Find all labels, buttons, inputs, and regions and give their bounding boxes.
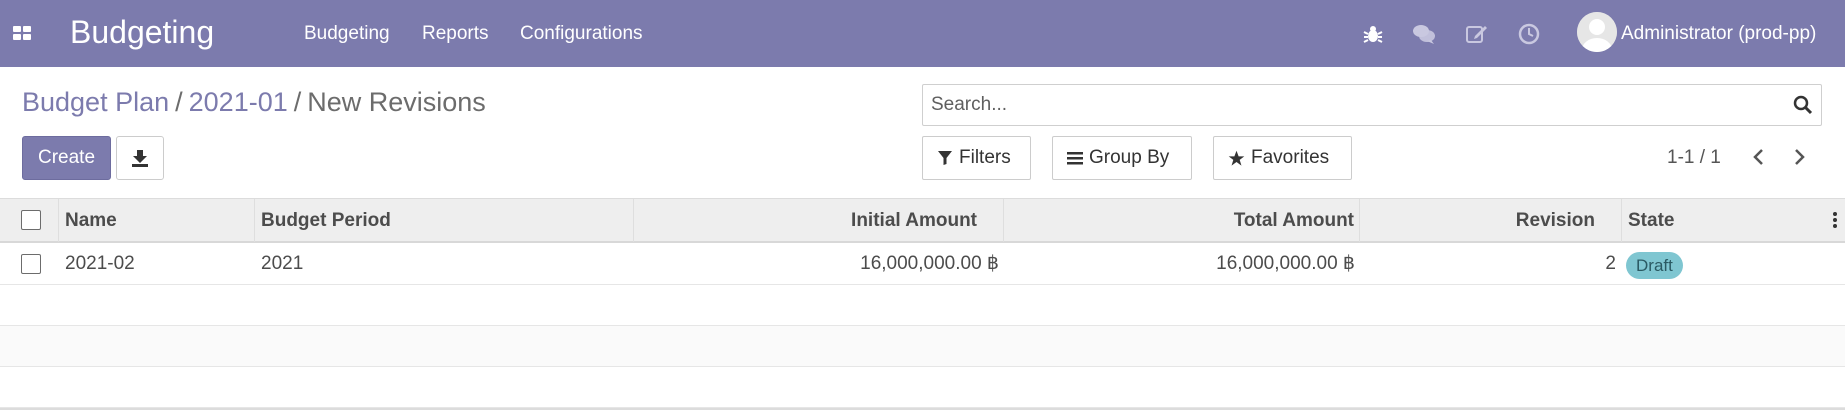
- cell-initial-amount: 16,000,000.00 ฿: [860, 253, 999, 274]
- empty-row: [0, 285, 1845, 326]
- edit-icon[interactable]: [1465, 22, 1489, 46]
- cell-revision: 2: [1605, 253, 1616, 274]
- breadcrumb-separator: /: [175, 87, 183, 117]
- table-row[interactable]: 2021-02 2021 16,000,000.00 ฿ 16,000,000.…: [0, 244, 1845, 285]
- chat-icon[interactable]: [1412, 22, 1436, 46]
- column-revision[interactable]: Revision: [1360, 199, 1622, 242]
- favorites-button[interactable]: Favorites: [1213, 136, 1352, 180]
- favorites-label: Favorites: [1251, 147, 1330, 168]
- select-all-cell: [0, 199, 59, 242]
- select-all-checkbox[interactable]: [21, 210, 41, 230]
- breadcrumb-separator: /: [293, 87, 302, 117]
- column-options-icon[interactable]: [1832, 211, 1838, 229]
- cell-budget-period: 2021: [261, 253, 304, 274]
- chevron-left-icon[interactable]: [1748, 146, 1770, 168]
- breadcrumb-current: New Revisions: [307, 87, 486, 117]
- avatar[interactable]: [1577, 12, 1617, 52]
- filters-button[interactable]: Filters: [922, 136, 1031, 180]
- clock-icon[interactable]: [1517, 22, 1541, 46]
- user-menu[interactable]: Administrator (prod-pp): [1621, 23, 1816, 45]
- empty-row: [0, 326, 1845, 367]
- row-checkbox[interactable]: [21, 254, 41, 274]
- cell-name: 2021-02: [65, 253, 135, 274]
- column-name[interactable]: Name: [59, 199, 255, 242]
- column-budget-period[interactable]: Budget Period: [255, 199, 634, 242]
- column-initial-amount[interactable]: Initial Amount: [634, 199, 1004, 242]
- chevron-right-icon[interactable]: [1788, 146, 1810, 168]
- bug-icon[interactable]: [1361, 22, 1385, 46]
- search-input[interactable]: [923, 85, 1773, 125]
- menu-reports[interactable]: Reports: [422, 23, 489, 45]
- breadcrumb: Budget Plan/2021-01/New Revisions: [22, 87, 486, 118]
- cell-total-amount: 16,000,000.00 ฿: [1216, 253, 1355, 274]
- pager-value[interactable]: 1-1 / 1: [1667, 147, 1721, 169]
- apps-icon[interactable]: [13, 26, 33, 42]
- star-icon: [1228, 150, 1245, 166]
- table-header: Name Budget Period Initial Amount Total …: [0, 198, 1845, 243]
- group-by-button[interactable]: Group By: [1052, 136, 1192, 180]
- user-icon: [1577, 12, 1617, 52]
- menu-configurations[interactable]: Configurations: [520, 23, 643, 45]
- create-button[interactable]: Create: [22, 136, 111, 180]
- filters-label: Filters: [959, 147, 1011, 168]
- breadcrumb-2021-01[interactable]: 2021-01: [189, 87, 288, 117]
- menu-budgeting[interactable]: Budgeting: [304, 23, 390, 45]
- search-box: [922, 84, 1822, 126]
- download-icon: [132, 150, 148, 167]
- app-title[interactable]: Budgeting: [70, 14, 214, 51]
- status-badge: Draft: [1626, 252, 1683, 279]
- download-button[interactable]: [116, 136, 164, 180]
- top-navbar: Budgeting Budgeting Reports Configuratio…: [0, 0, 1845, 67]
- bars-icon: [1067, 152, 1083, 165]
- column-total-amount[interactable]: Total Amount: [1004, 199, 1360, 242]
- table-bottom-border: [0, 408, 1845, 410]
- breadcrumb-budget-plan[interactable]: Budget Plan: [22, 87, 169, 117]
- filter-icon: [938, 151, 952, 165]
- search-icon[interactable]: [1793, 95, 1813, 115]
- group-by-label: Group By: [1089, 147, 1170, 168]
- empty-row: [0, 367, 1845, 408]
- column-state[interactable]: State: [1622, 199, 1845, 242]
